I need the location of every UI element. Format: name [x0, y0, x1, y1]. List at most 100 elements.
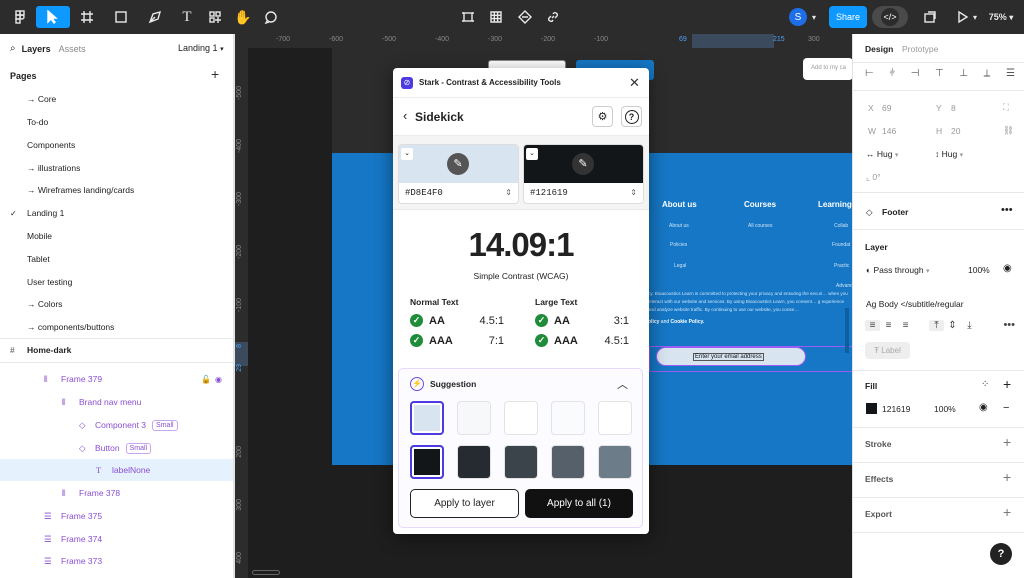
- align-right-icon[interactable]: ⊣: [911, 68, 920, 79]
- frame-tool-icon[interactable]: [74, 6, 100, 28]
- add-effect-icon[interactable]: +: [1003, 469, 1011, 485]
- styles-icon[interactable]: ⁘: [981, 379, 989, 390]
- page-item[interactable]: Components: [0, 134, 233, 156]
- layer-button[interactable]: ◇ Button Small: [0, 437, 233, 459]
- page-item[interactable]: → Core: [0, 88, 233, 110]
- add-fill-icon[interactable]: +: [1003, 376, 1011, 392]
- suggested-color-swatch[interactable]: [551, 445, 585, 479]
- apply-to-layer-button[interactable]: Apply to layer: [410, 489, 519, 518]
- stepper-icon[interactable]: ⇕: [630, 188, 637, 198]
- present-options-icon[interactable]: [920, 6, 940, 28]
- cookie-policy-link[interactable]: Cookie Policy.: [671, 319, 705, 325]
- text-align-center-icon[interactable]: ≡: [880, 320, 897, 331]
- foreground-color-card[interactable]: ⌄ ✎ #121619 ⇕: [523, 144, 644, 204]
- layer-labelnone[interactable]: TlabelNone: [0, 459, 233, 481]
- page-item[interactable]: → Colors: [0, 293, 233, 315]
- footer-link[interactable]: Collab: [834, 223, 848, 229]
- email-input[interactable]: Enter your email address: [656, 347, 806, 366]
- page-item-current[interactable]: ✓ Landing 1: [0, 202, 233, 224]
- suggested-color-swatch[interactable]: [598, 401, 632, 435]
- constrain-proportions-icon[interactable]: ⛓: [1003, 125, 1014, 136]
- tab-design[interactable]: Design: [865, 44, 893, 54]
- eye-icon[interactable]: ◉: [979, 402, 988, 413]
- page-item[interactable]: Mobile: [0, 225, 233, 247]
- page-item[interactable]: → Wireframes landing/cards: [0, 179, 233, 201]
- layer-frame-374[interactable]: ☰ Frame 374: [0, 528, 233, 550]
- eye-icon[interactable]: ◉: [215, 375, 222, 384]
- policy-link[interactable]: olicy: [648, 319, 659, 325]
- align-left-icon[interactable]: ⊢: [865, 68, 874, 79]
- help-button[interactable]: ?: [990, 543, 1012, 565]
- footer-link[interactable]: All courses: [748, 223, 772, 229]
- settings-sliders-icon[interactable]: ⚙: [592, 106, 613, 127]
- chevron-down-icon[interactable]: ⌄: [401, 148, 413, 160]
- rotation-field[interactable]: ⌞ 0°: [866, 172, 881, 183]
- hand-tool-icon[interactable]: ✋: [232, 6, 254, 28]
- eyedropper-icon[interactable]: ✎: [572, 153, 594, 175]
- zoom-level[interactable]: 75% ▾: [985, 6, 1017, 28]
- stepper-icon[interactable]: ⇕: [505, 188, 512, 198]
- text-align-right-icon[interactable]: ≡: [897, 320, 914, 331]
- text-align-left-icon[interactable]: ≡: [865, 319, 880, 331]
- background-color-card[interactable]: ⌄ ✎ #D8E4F0 ⇕: [398, 144, 519, 204]
- text-tool-icon[interactable]: T: [176, 6, 198, 28]
- eye-icon[interactable]: ◉: [1003, 263, 1012, 274]
- tab-assets[interactable]: Assets: [59, 44, 86, 54]
- resources-icon[interactable]: [204, 6, 226, 28]
- fill-color-swatch[interactable]: [866, 403, 877, 414]
- layer-opacity[interactable]: 100%: [968, 265, 990, 275]
- dev-mode-toggle[interactable]: </>: [872, 6, 908, 28]
- page-item[interactable]: Tablet: [0, 248, 233, 270]
- link-icon[interactable]: [543, 6, 563, 28]
- suggested-color-swatch[interactable]: [598, 445, 632, 479]
- page-item[interactable]: To-do: [0, 111, 233, 133]
- share-button[interactable]: Share: [829, 6, 867, 28]
- page-item[interactable]: → components/buttons: [0, 316, 233, 338]
- add-to-cart-field[interactable]: Add to my ca: [803, 58, 853, 80]
- layer-frame-378[interactable]: ⫴ Frame 378: [0, 482, 233, 504]
- remove-fill-icon[interactable]: −: [1003, 402, 1009, 414]
- align-center-v-icon[interactable]: ⊥: [959, 68, 968, 79]
- footer-link[interactable]: Policies: [670, 242, 687, 248]
- layer-frame-379[interactable]: ⫴ Frame 379 🔓 ◉: [0, 368, 233, 390]
- valign-middle-icon[interactable]: ⇕: [944, 320, 961, 331]
- layer-brand-nav-menu[interactable]: ⫴ Brand nav menu: [0, 391, 233, 413]
- footer-link[interactable]: Foundat: [832, 242, 850, 248]
- y-field[interactable]: 8: [951, 103, 956, 113]
- comment-tool-icon[interactable]: [260, 6, 282, 28]
- fill-opacity[interactable]: 100%: [934, 404, 956, 414]
- crop-icon[interactable]: [458, 6, 478, 28]
- close-icon[interactable]: ✕: [629, 75, 640, 91]
- suggested-color-swatch[interactable]: [410, 445, 444, 479]
- footer-link[interactable]: Practic: [834, 263, 849, 269]
- chevron-down-icon[interactable]: ▾: [809, 6, 819, 28]
- add-export-icon[interactable]: +: [1003, 504, 1011, 520]
- distribute-icon[interactable]: ☰: [1006, 68, 1015, 79]
- page-item[interactable]: User testing: [0, 271, 233, 293]
- add-stroke-icon[interactable]: +: [1003, 434, 1011, 450]
- align-bottom-icon[interactable]: ⟂: [984, 68, 991, 79]
- layer-frame-373[interactable]: ☰ Frame 373: [0, 550, 233, 572]
- fill-hex[interactable]: 121619: [882, 404, 910, 414]
- more-icon[interactable]: •••: [1001, 204, 1013, 216]
- back-icon[interactable]: ‹: [403, 108, 407, 123]
- valign-top-icon[interactable]: ⤒: [929, 319, 944, 331]
- shape-tool-icon[interactable]: [108, 6, 134, 28]
- valign-bottom-icon[interactable]: ⤓: [961, 320, 978, 331]
- tab-layers[interactable]: Layers: [22, 44, 51, 54]
- component-name[interactable]: Footer: [882, 207, 908, 217]
- background-hex[interactable]: #D8E4F0: [405, 188, 443, 198]
- footer-link[interactable]: About us: [669, 223, 689, 229]
- h-field[interactable]: 20: [951, 126, 960, 136]
- w-field[interactable]: 146: [882, 126, 896, 136]
- pen-tool-icon[interactable]: [142, 6, 168, 28]
- canvas-scrollbar[interactable]: [252, 570, 280, 575]
- suggested-color-swatch[interactable]: [457, 401, 491, 435]
- play-icon[interactable]: [952, 6, 972, 28]
- move-tool-icon[interactable]: [36, 6, 70, 28]
- page-select[interactable]: Landing 1 ▾: [178, 43, 224, 53]
- layer-home-dark[interactable]: # Home-dark: [0, 339, 233, 361]
- text-style-select[interactable]: Ag Body </subtitle/regular: [866, 299, 964, 309]
- align-top-icon[interactable]: ⊤: [935, 68, 944, 79]
- blend-mode-select[interactable]: ◐ Pass through ▾: [866, 265, 930, 275]
